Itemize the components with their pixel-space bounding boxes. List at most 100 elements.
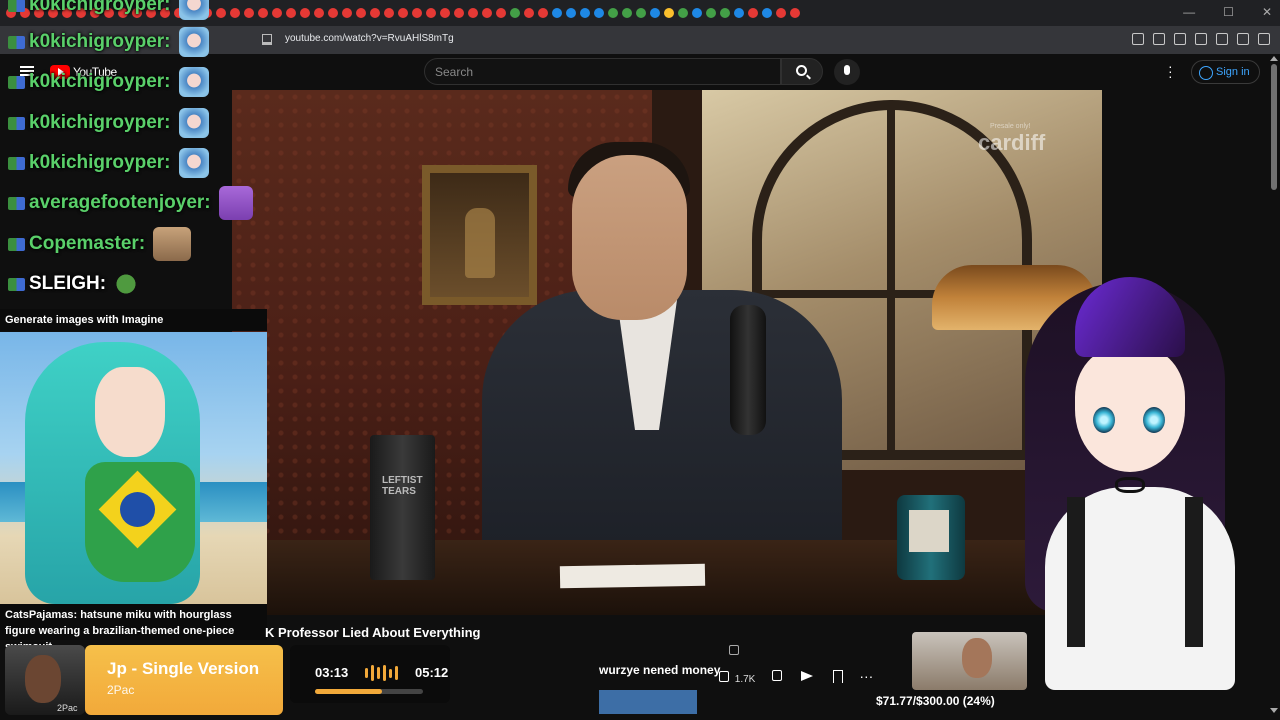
tab-favicon[interactable] (706, 8, 716, 18)
chat-username: k0kichigroyper: (29, 112, 171, 133)
page-scrollbar[interactable] (1268, 54, 1280, 720)
scroll-down-arrow-icon[interactable] (1270, 708, 1278, 713)
minimize-icon[interactable]: — (1183, 5, 1195, 19)
extensions-toolbar (1132, 33, 1270, 45)
tab-favicon[interactable] (454, 8, 464, 18)
settings-kebab-icon[interactable]: · · · (1168, 59, 1173, 83)
tab-favicon[interactable] (370, 8, 380, 18)
tab-favicon[interactable] (566, 8, 576, 18)
save-button[interactable] (829, 668, 845, 684)
chat-username: k0kichigroyper: (29, 71, 171, 92)
tab-favicon[interactable] (314, 8, 324, 18)
search-input[interactable]: Search (424, 58, 781, 85)
tab-favicon[interactable] (650, 8, 660, 18)
miku-emote-icon (178, 67, 209, 97)
equalizer-icon (365, 665, 398, 681)
chat-message: Copemaster: (8, 227, 192, 261)
avatar-eye-right (1143, 407, 1165, 433)
scroll-up-arrow-icon[interactable] (1270, 56, 1278, 61)
sponsor-watermark: cardiff (978, 130, 1046, 155)
chat-message: k0kichigroyper: (8, 146, 209, 180)
avatar-strap-right (1185, 497, 1203, 647)
scrollbar-thumb[interactable] (1271, 64, 1277, 190)
now-playing-progress: 03:13 05:12 (290, 645, 450, 703)
generated-image-flag-circle (120, 492, 155, 527)
mug-text: LEFTIST TEARS (382, 475, 423, 497)
album-art: 2Pac (5, 645, 85, 715)
video-title: K Professor Lied About Everything (265, 625, 481, 640)
video-actions: 1.7K ··· (716, 666, 873, 685)
generated-image-face (95, 367, 165, 457)
tab-favicon[interactable] (384, 8, 394, 18)
tumbler-mug: LEFTIST TEARS (370, 435, 435, 580)
chat-message: k0kichigroyper: (8, 106, 209, 140)
tab-favicon[interactable] (482, 8, 492, 18)
tab-favicon[interactable] (580, 8, 590, 18)
chat-badge-icon (8, 277, 25, 291)
dislike-button[interactable] (769, 668, 785, 684)
chat-badge-icon (8, 196, 25, 210)
extension-icon[interactable] (1132, 33, 1144, 45)
tab-favicon[interactable] (538, 8, 548, 18)
more-options-icon[interactable]: ··· (859, 669, 873, 683)
video-player[interactable]: LEFTIST TEARS Presale only! cardiff (232, 90, 1102, 615)
url-field[interactable]: youtube.com/watch?v=RvuAHlS8mTg (285, 33, 454, 44)
tab-favicon[interactable] (356, 8, 366, 18)
like-button[interactable]: 1.7K (716, 666, 755, 685)
tab-favicon[interactable] (594, 8, 604, 18)
extension-icon[interactable] (1195, 33, 1207, 45)
tab-favicon[interactable] (776, 8, 786, 18)
track-title: Jp - Single Version (107, 659, 260, 678)
tab-favicon[interactable] (664, 8, 674, 18)
tab-favicon[interactable] (440, 8, 450, 18)
tab-favicon[interactable] (678, 8, 688, 18)
stream-chat-overlay: k0kichigroyper: k0kichigroyper: k0kichig… (4, 0, 304, 310)
maximize-icon[interactable]: ☐ (1223, 5, 1234, 19)
search-icon (796, 65, 807, 76)
chat-message: k0kichigroyper: (8, 25, 209, 59)
tab-favicon[interactable] (622, 8, 632, 18)
tab-favicon[interactable] (720, 8, 730, 18)
track-progress-fill (315, 689, 382, 694)
screen: — ☐ ✕ youtube.com/watch?v=RvuAHlS8mTg Yo… (0, 0, 1280, 720)
watermark-small-text: Presale only! (990, 123, 1031, 130)
like-icon (716, 666, 732, 682)
extension-icon[interactable] (1216, 33, 1228, 45)
painting-figure (465, 208, 495, 278)
voice-search-button[interactable] (834, 59, 860, 85)
track-artist: 2Pac (107, 683, 135, 697)
extension-icon[interactable] (1237, 33, 1249, 45)
tab-favicon[interactable] (552, 8, 562, 18)
extension-icon[interactable] (1174, 33, 1186, 45)
avatar-ribbon (1115, 477, 1145, 493)
presenter-head (572, 155, 687, 320)
avatar-eye-left (1093, 407, 1115, 433)
chat-username: k0kichigroyper: (29, 0, 171, 15)
tab-favicon[interactable] (412, 8, 422, 18)
share-button[interactable] (799, 668, 815, 684)
chat-badge-icon (8, 35, 25, 49)
extension-icon[interactable] (1153, 33, 1165, 45)
search-button[interactable] (781, 58, 823, 85)
donation-goal-fill (599, 690, 698, 714)
tab-favicon[interactable] (692, 8, 702, 18)
tab-favicon[interactable] (328, 8, 338, 18)
thumbnail-person (962, 638, 992, 678)
tab-favicon[interactable] (510, 8, 520, 18)
tab-favicon[interactable] (342, 8, 352, 18)
tab-favicon[interactable] (398, 8, 408, 18)
tab-favicon[interactable] (426, 8, 436, 18)
tab-favicon[interactable] (762, 8, 772, 18)
tab-favicon[interactable] (468, 8, 478, 18)
close-icon[interactable]: ✕ (1262, 5, 1272, 19)
tab-favicon[interactable] (790, 8, 800, 18)
tab-favicon[interactable] (608, 8, 618, 18)
tab-favicon[interactable] (734, 8, 744, 18)
tab-favicon[interactable] (524, 8, 534, 18)
tab-favicon[interactable] (496, 8, 506, 18)
tab-favicon[interactable] (636, 8, 646, 18)
menu-icon[interactable] (1258, 33, 1270, 45)
tab-favicon[interactable] (748, 8, 758, 18)
sign-in-button[interactable]: Sign in (1191, 60, 1260, 84)
miku-emote-icon (178, 27, 209, 57)
